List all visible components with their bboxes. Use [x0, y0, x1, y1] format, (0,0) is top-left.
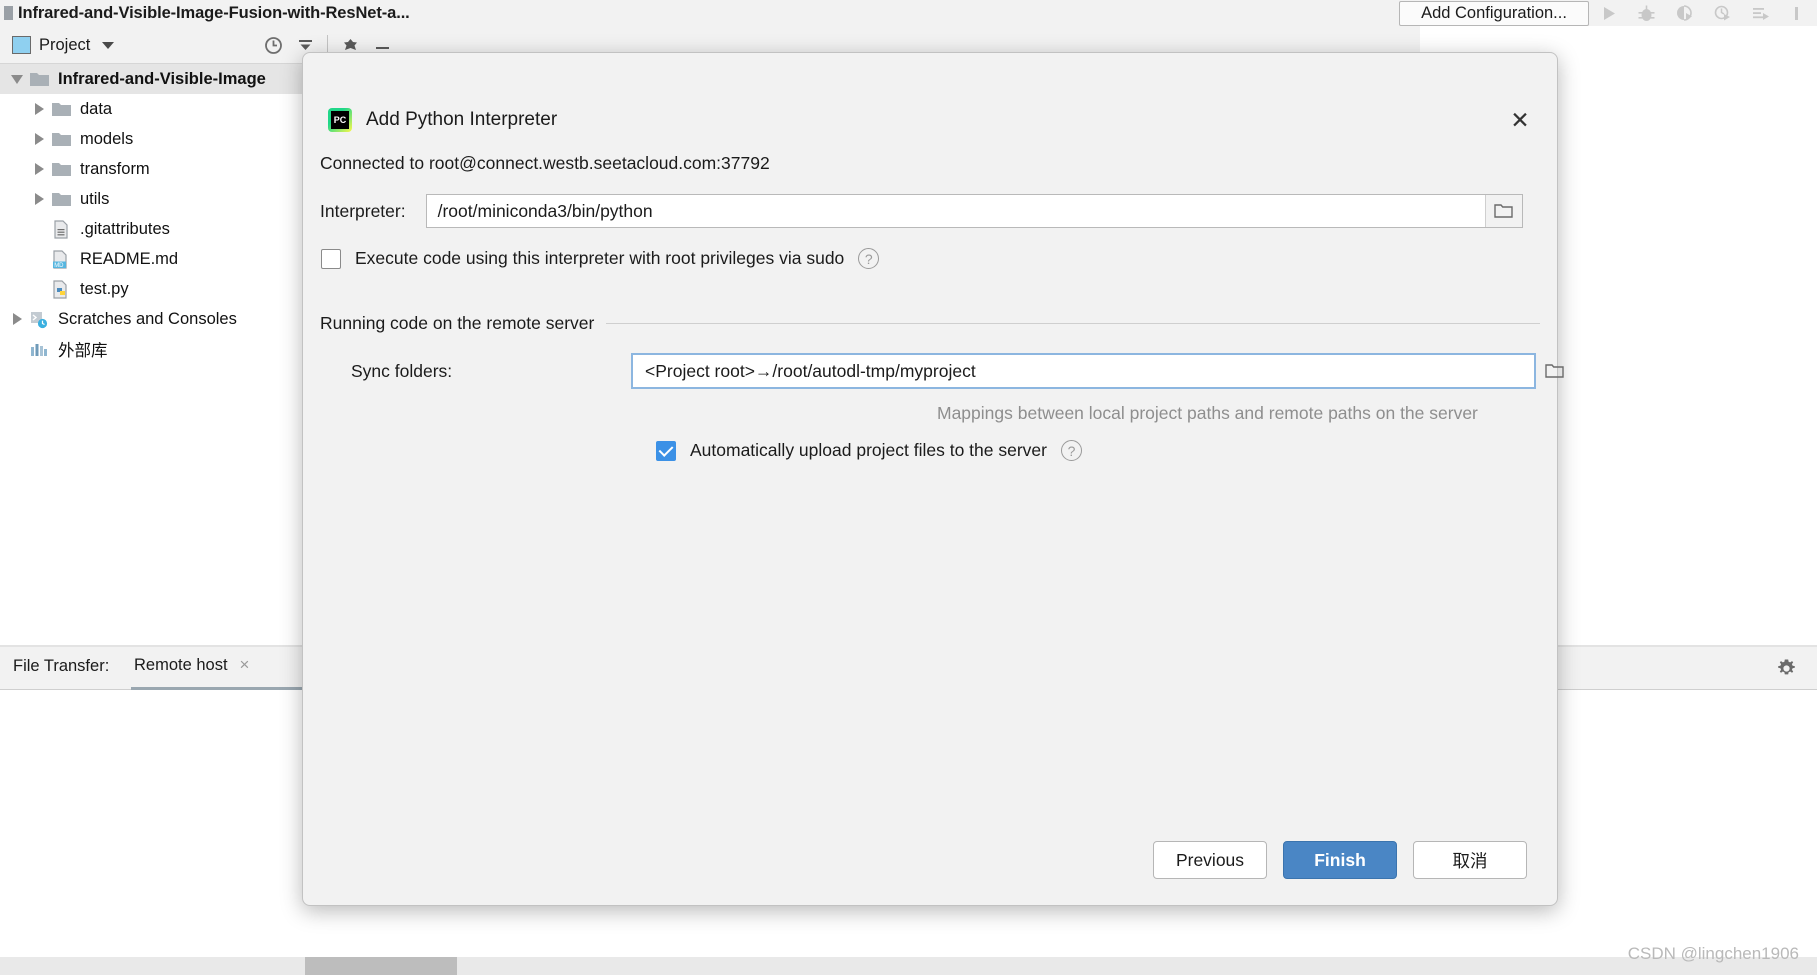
sync-folders-label: Sync folders:: [351, 360, 453, 381]
folder-icon: [48, 160, 74, 178]
chevron-right-icon[interactable]: [30, 130, 48, 148]
auto-upload-checkbox-label: Automatically upload project files to th…: [690, 440, 1047, 460]
finish-button[interactable]: Finish: [1283, 841, 1397, 879]
title-bar-right-tools: Add Configuration...: [1399, 0, 1817, 26]
run-icon[interactable]: [1589, 0, 1627, 26]
more-tools-icon[interactable]: [1779, 0, 1817, 26]
folder-icon: [26, 70, 52, 88]
gear-icon[interactable]: [1776, 658, 1797, 684]
no-chevron: [30, 250, 48, 268]
taskbar-active-item[interactable]: [305, 957, 457, 975]
help-icon[interactable]: ?: [858, 248, 880, 269]
tree-item-label: 外部库: [58, 342, 108, 360]
watermark: CSDN @lingchen1906: [1627, 944, 1799, 963]
coverage-icon[interactable]: [1665, 0, 1703, 26]
sudo-checkbox-row[interactable]: Execute code using this interpreter with…: [321, 248, 880, 269]
svg-text:MD: MD: [54, 262, 64, 268]
window-icon: [4, 6, 13, 20]
dialog-footer: Previous Finish 取消: [303, 827, 1557, 905]
section-divider: [606, 323, 1540, 324]
sudo-checkbox-label: Execute code using this interpreter with…: [355, 248, 845, 268]
external-libraries-icon: [26, 340, 52, 359]
chevron-right-icon[interactable]: [30, 190, 48, 208]
cancel-button[interactable]: 取消: [1413, 841, 1527, 879]
taskbar-strip: [0, 957, 1817, 975]
auto-upload-checkbox[interactable]: [656, 440, 676, 461]
python-file-icon: [48, 279, 74, 299]
help-icon[interactable]: ?: [1060, 440, 1082, 461]
markdown-file-icon: MD: [48, 249, 74, 269]
tree-item-label: data: [80, 99, 113, 118]
project-toolwindow-label: Project: [39, 35, 91, 54]
no-chevron: [30, 280, 48, 298]
remote-server-section-header: Running code on the remote server: [320, 313, 1540, 334]
interpreter-label: Interpreter:: [320, 200, 406, 221]
folder-browse-icon[interactable]: [1484, 195, 1522, 227]
tab-remote-host-label: Remote host: [134, 655, 228, 674]
tree-item-label: transform: [80, 159, 150, 178]
close-icon[interactable]: ✕: [1505, 105, 1535, 135]
file-transfer-label: File Transfer:: [13, 657, 110, 675]
dialog-button-row: Previous Finish 取消: [1153, 841, 1527, 879]
sync-folders-row: Sync folders: <Project root>→/root/autod…: [351, 353, 1573, 389]
services-icon[interactable]: [1741, 0, 1779, 26]
no-chevron: [30, 220, 48, 238]
chevron-right-icon[interactable]: [8, 310, 26, 328]
tree-item-label: Scratches and Consoles: [58, 309, 237, 328]
add-configuration-button[interactable]: Add Configuration...: [1399, 0, 1589, 26]
chevron-down-icon[interactable]: [8, 70, 26, 88]
chevron-right-icon[interactable]: [30, 100, 48, 118]
auto-upload-checkbox-row[interactable]: Automatically upload project files to th…: [656, 440, 1082, 461]
tab-remote-host[interactable]: Remote host ×: [134, 655, 249, 675]
sync-folders-browse-icon[interactable]: [1536, 354, 1573, 388]
add-python-interpreter-dialog: Add Python Interpreter ✕ Connected to ro…: [302, 52, 1564, 906]
pycharm-icon: [328, 108, 352, 132]
debug-icon[interactable]: [1627, 0, 1665, 26]
tree-item-label: test.py: [80, 279, 129, 298]
interpreter-value: /root/miniconda3/bin/python: [437, 200, 653, 221]
ide-window: Infrared-and-Visible-Image-Fusion-with-R…: [0, 0, 1817, 975]
text-file-icon: [48, 219, 74, 239]
project-toolwindow-title[interactable]: Project: [12, 26, 115, 64]
profile-icon[interactable]: [1703, 0, 1741, 26]
sudo-checkbox[interactable]: [321, 248, 341, 269]
folder-icon: [48, 190, 74, 208]
previous-button[interactable]: Previous: [1153, 841, 1267, 879]
section-title: Running code on the remote server: [320, 313, 595, 333]
no-chevron: [8, 340, 26, 358]
project-icon: [12, 36, 31, 54]
interpreter-input[interactable]: /root/miniconda3/bin/python: [425, 194, 1523, 228]
chevron-right-icon[interactable]: [30, 160, 48, 178]
sync-folders-value: <Project root>→/root/autodl-tmp/myprojec…: [645, 360, 976, 381]
chevron-down-icon[interactable]: [102, 41, 115, 49]
tree-item-label: models: [80, 129, 134, 148]
scratches-icon: [26, 310, 52, 329]
title-bar: Infrared-and-Visible-Image-Fusion-with-R…: [0, 0, 1817, 26]
close-icon[interactable]: ×: [240, 655, 250, 675]
dialog-title-row: Add Python Interpreter: [328, 108, 557, 132]
sync-folders-input[interactable]: <Project root>→/root/autodl-tmp/myprojec…: [631, 353, 1536, 389]
window-title: Infrared-and-Visible-Image-Fusion-with-R…: [18, 3, 410, 22]
connection-status: Connected to root@connect.westb.seetaclo…: [320, 153, 770, 173]
locate-icon[interactable]: [258, 30, 288, 60]
interpreter-row: Interpreter: /root/miniconda3/bin/python: [320, 194, 1523, 228]
tree-item-label: .gitattributes: [80, 219, 170, 238]
tree-item-label: utils: [80, 189, 110, 208]
sync-folders-hint: Mappings between local project paths and…: [937, 403, 1478, 423]
tree-item-label: Infrared-and-Visible-Image: [58, 69, 266, 88]
folder-icon: [48, 130, 74, 148]
dialog-title: Add Python Interpreter: [366, 109, 558, 130]
folder-icon: [48, 100, 74, 118]
tree-item-label: README.md: [80, 249, 179, 268]
